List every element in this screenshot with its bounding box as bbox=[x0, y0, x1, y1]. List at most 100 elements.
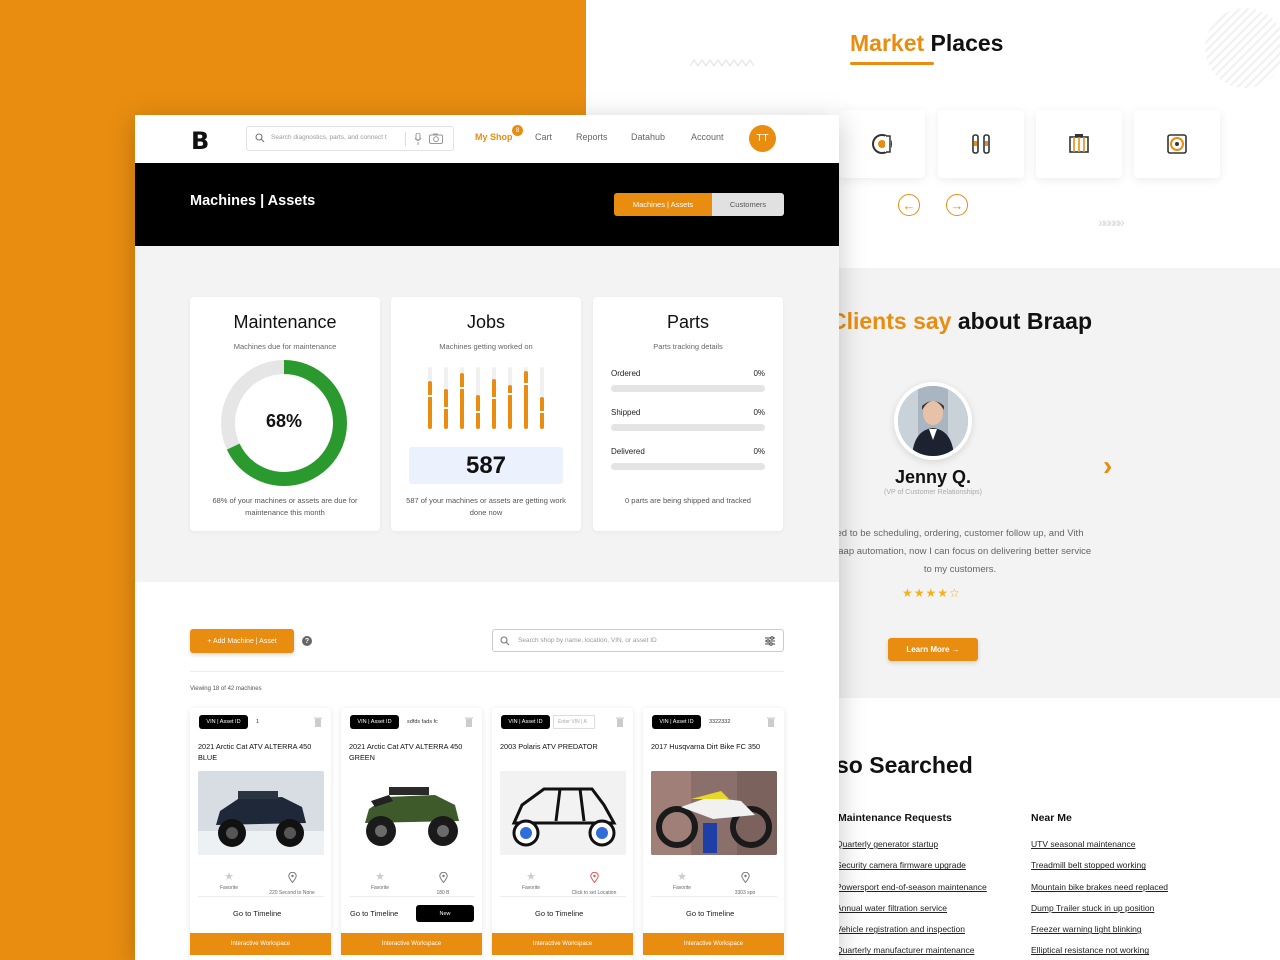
search-link[interactable]: Annual water filtration service bbox=[836, 903, 987, 924]
toggle-machines[interactable]: Machines | Assets bbox=[614, 193, 712, 216]
favorite-toggle[interactable]: ★ Favorite bbox=[363, 870, 397, 891]
marketplace-card-radiator[interactable] bbox=[1036, 110, 1122, 178]
vin-input[interactable]: Enter VIN | A bbox=[553, 715, 595, 729]
title-underline bbox=[850, 62, 934, 65]
braap-logo[interactable]: B bbox=[191, 127, 209, 155]
shop-search-placeholder: Search shop by name, location, VIN, or a… bbox=[518, 637, 657, 644]
parts-card: Parts Parts tracking details Ordered 0% S… bbox=[593, 297, 783, 531]
search-link[interactable]: Treadmill belt stopped working bbox=[1031, 860, 1168, 881]
go-to-timeline-link[interactable]: Go to Timeline bbox=[535, 909, 583, 918]
favorite-toggle[interactable]: ★ Favorite bbox=[665, 870, 699, 891]
search-link[interactable]: Security camera firmware upgrade bbox=[836, 860, 987, 881]
location-field[interactable]: 180 B bbox=[409, 870, 477, 896]
go-to-timeline-link[interactable]: Go to Timeline bbox=[686, 909, 734, 918]
microphone-icon[interactable] bbox=[414, 133, 422, 145]
search-link[interactable]: Mountain bike brakes need replaced bbox=[1031, 882, 1168, 903]
go-to-timeline-link[interactable]: Go to Timeline bbox=[350, 909, 398, 918]
vin-value[interactable]: 1 bbox=[256, 719, 296, 725]
divider bbox=[190, 671, 784, 672]
vin-value[interactable]: 3322332 bbox=[709, 719, 749, 725]
shop-search-input[interactable]: Search shop by name, location, VIN, or a… bbox=[492, 629, 784, 652]
trash-icon[interactable] bbox=[465, 717, 473, 727]
carousel-prev-arrow[interactable]: ← bbox=[898, 194, 920, 216]
add-machine-button[interactable]: + Add Machine | Asset bbox=[190, 629, 294, 653]
person-photo-icon bbox=[898, 386, 968, 456]
help-icon[interactable]: ? bbox=[302, 636, 312, 646]
search-link[interactable]: Elliptical resistance not working bbox=[1031, 945, 1168, 960]
machine-name: 2021 Arctic Cat ATV ALTERRA 450 GREEN bbox=[349, 742, 463, 762]
camera-icon[interactable] bbox=[429, 133, 443, 144]
app-window: B Search diagnostics, parts, and connect… bbox=[135, 115, 839, 960]
testimonial-name: Jenny Q. bbox=[894, 467, 972, 487]
search-link[interactable]: Powersport end-of-season maintenance bbox=[836, 882, 987, 903]
favorite-toggle[interactable]: ★ Favorite bbox=[212, 870, 246, 891]
favorite-label: Favorite bbox=[370, 885, 390, 891]
favorite-toggle[interactable]: ★ Favorite bbox=[514, 870, 548, 891]
search-icon bbox=[255, 133, 265, 143]
marketplace-card-shocks[interactable] bbox=[938, 110, 1024, 178]
search-link[interactable]: Quarterly manufacturer maintenance bbox=[836, 945, 987, 960]
maintenance-subtitle: Machines due for maintenance bbox=[233, 342, 337, 351]
location-field[interactable]: Click to set Location bbox=[560, 870, 628, 896]
user-avatar[interactable]: TT bbox=[749, 125, 776, 152]
marketplace-card-brakes[interactable] bbox=[839, 110, 925, 178]
parts-subtitle: Parts tracking details bbox=[653, 342, 723, 351]
interactive-workspace-button[interactable]: Interactive Workspace bbox=[190, 933, 331, 955]
fan-icon bbox=[1167, 134, 1187, 154]
jobs-count: 587 bbox=[409, 447, 563, 484]
machine-photo-dirt-bike bbox=[651, 771, 777, 855]
learn-more-button[interactable]: Learn More → bbox=[888, 638, 978, 661]
nav-cart[interactable]: Cart bbox=[535, 132, 552, 142]
interactive-workspace-button[interactable]: Interactive Workspace bbox=[643, 933, 784, 955]
filter-icon[interactable] bbox=[764, 635, 776, 647]
near-me-links: UTV seasonal maintenance Treadmill belt … bbox=[1031, 839, 1168, 960]
new-button[interactable]: New bbox=[416, 905, 474, 922]
also-searched-title: so Searched bbox=[836, 752, 973, 778]
trash-icon[interactable] bbox=[616, 717, 624, 727]
search-link[interactable]: Dump Trailer stuck in up position bbox=[1031, 903, 1168, 924]
location-field[interactable]: 220 Second to None bbox=[258, 870, 326, 896]
interactive-workspace-button[interactable]: Interactive Workspace bbox=[341, 933, 482, 955]
vin-value[interactable]: sdfds fads fc bbox=[407, 719, 447, 725]
machine-name: 2017 Husqvarna Dirt Bike FC 350 bbox=[651, 742, 761, 751]
parts-shipped-bar bbox=[611, 424, 765, 431]
trash-icon[interactable] bbox=[767, 717, 775, 727]
search-link[interactable]: Vehicle registration and inspection bbox=[836, 924, 987, 945]
location-pin-icon bbox=[287, 871, 297, 884]
favorite-label: Favorite bbox=[219, 885, 239, 891]
carousel-next-arrow[interactable]: → bbox=[946, 194, 968, 216]
parts-delivered-bar bbox=[611, 463, 765, 470]
parts-footer: 0 parts are being shipped and tracked bbox=[625, 496, 751, 505]
jobs-subtitle: Machines getting worked on bbox=[439, 342, 533, 351]
maintenance-footer: 68% of your machines or assets are due f… bbox=[212, 496, 358, 517]
parts-row-label: Delivered bbox=[611, 447, 645, 456]
search-link[interactable]: Freezer warning light blinking bbox=[1031, 924, 1168, 945]
parts-row-percent: 0% bbox=[753, 369, 765, 378]
utv-outline-icon bbox=[500, 771, 626, 855]
shock-absorber-icon bbox=[972, 134, 990, 154]
search-link[interactable]: UTV seasonal maintenance bbox=[1031, 839, 1168, 860]
machine-card: VIN | Asset ID sdfds fads fc 2021 Arctic… bbox=[341, 708, 482, 960]
nav-account[interactable]: Account bbox=[691, 132, 724, 142]
favorite-label: Favorite bbox=[521, 885, 541, 891]
interactive-workspace-button[interactable]: Interactive Workspace bbox=[492, 933, 633, 955]
card-divider bbox=[500, 896, 626, 897]
testimonial-next-icon[interactable]: › bbox=[1103, 450, 1112, 482]
diagnostics-search-input[interactable]: Search diagnostics, parts, and connect t bbox=[246, 126, 454, 151]
nav-reports[interactable]: Reports bbox=[576, 132, 608, 142]
toggle-customers[interactable]: Customers bbox=[712, 193, 784, 216]
column-heading-maintenance: Maintenance Requests bbox=[838, 812, 952, 824]
trash-icon[interactable] bbox=[314, 717, 322, 727]
card-divider bbox=[349, 896, 475, 897]
vin-label: VIN | Asset ID bbox=[501, 715, 550, 729]
nav-my-shop[interactable]: My Shop bbox=[475, 132, 513, 142]
atv-photo bbox=[349, 771, 475, 855]
parts-row-label: Ordered bbox=[611, 369, 641, 378]
nav-datahub[interactable]: Datahub bbox=[631, 132, 665, 142]
search-link[interactable]: Quarterly generator startup bbox=[836, 839, 987, 860]
go-to-timeline-link[interactable]: Go to Timeline bbox=[233, 909, 281, 918]
column-heading-near-me: Near Me bbox=[1031, 812, 1072, 824]
marketplace-card-fan[interactable] bbox=[1134, 110, 1220, 178]
location-field[interactable]: 3303 spo bbox=[711, 870, 779, 896]
maintenance-card: Maintenance Machines due for maintenance… bbox=[190, 297, 380, 531]
